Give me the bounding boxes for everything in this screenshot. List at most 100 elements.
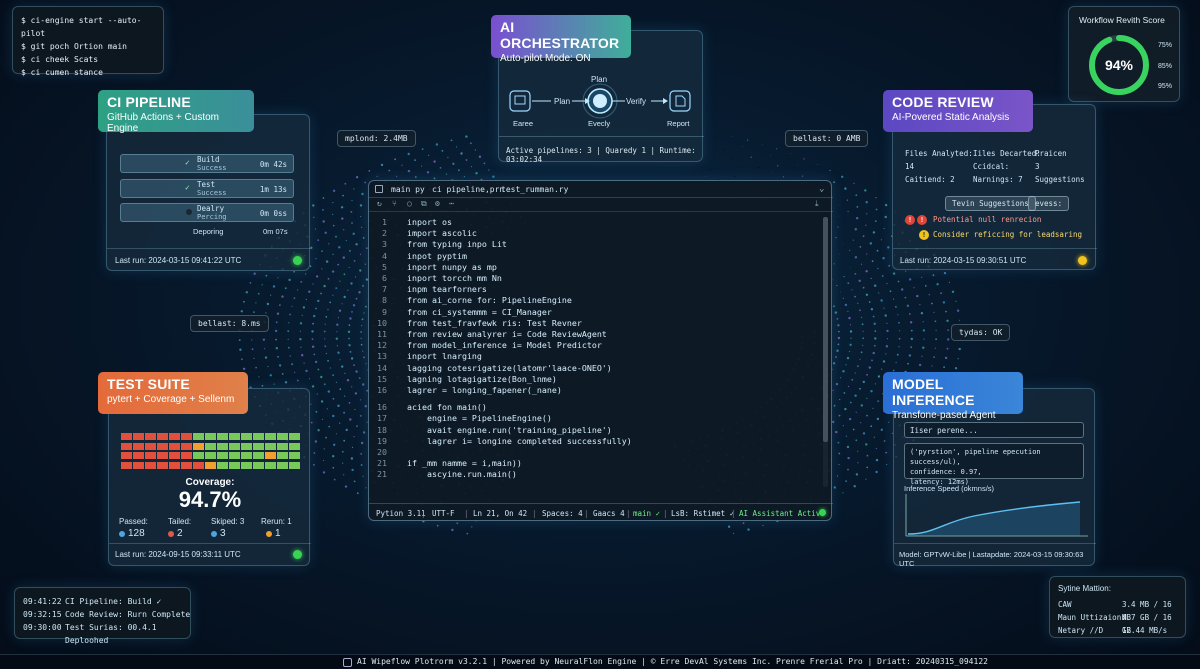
status-position[interactable]: Ln 21, On 42 [473, 509, 527, 518]
heatmap-cell [193, 452, 204, 459]
heatmap-cell [265, 452, 276, 459]
branch-icon[interactable]: ⑂ [392, 199, 397, 208]
line-number: 9 [382, 306, 387, 317]
code-line: 16 acied fon main() [369, 402, 809, 413]
copy-icon[interactable]: ⧉ [421, 199, 427, 209]
ci-subtitle: GitHub Actions + Custom Engine [107, 112, 219, 134]
system-row-value: 12.44 MB/s [1122, 626, 1168, 635]
heatmap-cell [133, 452, 144, 459]
settings-icon[interactable]: ⚙ [435, 199, 440, 208]
code-text: lagrer = longing_fapener(_nane) [407, 385, 562, 395]
refresh-icon[interactable]: ↻ [377, 199, 382, 208]
review-stat-value: 14 [905, 162, 915, 171]
editor-tabbar: main py ci pipeline,prn test_rumman.ry ⌄ [369, 181, 833, 198]
orchestrator-title: AI ORCHESTRATOR [500, 19, 620, 51]
scrollbar-thumb[interactable] [823, 217, 828, 442]
review-stats: Files Analyted: Iiles Decarted: Praicen … [905, 147, 1089, 186]
status-python[interactable]: Pytion 3.11 [376, 509, 426, 518]
test-last-run: Last run: 2024-09-15 09:33:11 UTC [115, 550, 241, 559]
status-spaces[interactable]: Spaces: 4 [542, 509, 583, 518]
orchestrator-status: Active pipelines: 3 | Quaredy 1 | Runtim… [506, 146, 696, 164]
code-editor-window: main py ci pipeline,prn test_rumman.ry ⌄… [368, 180, 833, 521]
editor-scrollbar[interactable] [823, 217, 828, 487]
test-heatmap [121, 433, 301, 473]
code-text: from typing inpo Lit [407, 239, 507, 250]
heatmap-cell [289, 452, 300, 459]
code-line: 9 from ci_systemmm = CI_Manager [369, 307, 809, 318]
ci-step-test[interactable]: ✓ Test Success 1m 13s [120, 179, 294, 198]
chevron-down-icon[interactable]: ⌄ [819, 184, 824, 194]
heatmap-cell [217, 433, 228, 440]
code-text: import ascolic [407, 228, 477, 239]
code-line: 10 from test_fravfewk ris: Test Revner [369, 318, 809, 329]
status-branch[interactable]: main ✓ [633, 509, 660, 518]
code-text: inport os [407, 217, 452, 227]
menu-icon[interactable]: ⋯ [449, 199, 454, 208]
record-icon[interactable]: ○ [407, 199, 412, 208]
terminal-line: $ ci cumen stance [21, 68, 103, 77]
log-time: 09:41:22 [23, 597, 62, 606]
heatmap-cell [205, 461, 216, 469]
ci-step-build[interactable]: ✓ Build Success 0m 42s [120, 154, 294, 173]
score-level: 95% [1158, 83, 1173, 90]
heatmap-cell [241, 452, 252, 459]
test-subtitle: pytert + Coverage + Sellenm [107, 394, 235, 405]
stat-dot-icon [266, 531, 272, 537]
code-line: 8 from ai_corne for: PipelineEngine [369, 295, 809, 306]
download-icon[interactable]: ⤓ [815, 199, 819, 209]
line-number: 19 [377, 435, 387, 446]
code-line: 5 inport nunpy as mp [369, 262, 809, 273]
heatmap-cell [181, 452, 192, 459]
inference-speed-label: Inference Speed (okmns/s) [904, 484, 995, 493]
inference-input[interactable]: Iiser perene... [904, 422, 1084, 438]
orch-node-verify-arrow: Verify [626, 97, 647, 106]
code-text: lagging cotesrigatize(latomr'laace-ONEO'… [407, 362, 612, 373]
code-text: acied fon main() [407, 402, 487, 413]
status-lsb[interactable]: LsB: Rstimet ✓ [671, 509, 734, 518]
ci-step-name: Test [197, 180, 216, 189]
status-encoding[interactable]: UTT-F [432, 509, 455, 518]
heatmap-cell [121, 442, 132, 450]
terminal-line: $ ci-engine start --auto-pilot [21, 16, 142, 38]
badge-bellast-right: bellast: 0 AMB [785, 130, 869, 147]
inference-output: ('pyrstion', pipeline epecution success/… [904, 443, 1084, 486]
code-line: 18 avait engine.run('training_pipeline') [369, 425, 809, 436]
code-line: 2 import ascolic [369, 228, 809, 239]
review-stat-label: Suggestions [1035, 175, 1085, 184]
log-text: CI Pipeline: Build ✓ [65, 597, 162, 606]
ci-step-deploy[interactable]: Dealry Percing 0m 0ss [120, 203, 294, 222]
editor-tab[interactable]: main py [391, 185, 425, 194]
heatmap-cell [289, 461, 300, 469]
code-area[interactable]: 1 inport os 2 import ascolic 3 from typing in… [369, 217, 819, 489]
editor-toolbar: ↻ ⑂ ○ ⧉ ⚙ ⋯ ⤓ [369, 198, 833, 212]
review-suggestions-button[interactable]: Tevin Suggestions [945, 196, 1036, 211]
heatmap-cell [253, 442, 264, 450]
code-line: 21 if _mm namme = i,main)) [369, 458, 809, 469]
heatmap-cell [277, 442, 288, 450]
review-evess-button[interactable]: evess: [1028, 196, 1070, 211]
code-line: 15 lagning lotagigatize(Bon_lnme) [369, 374, 809, 385]
file-icon [375, 185, 383, 193]
code-text: if _mm namme = i,main)) [407, 458, 522, 469]
status-gaacs[interactable]: Gaacs 4 [593, 509, 625, 518]
heatmap-cell [193, 461, 204, 469]
ci-step-status: Success [197, 164, 227, 172]
editor-tab[interactable]: test_rumman.ry [501, 185, 568, 194]
test-stat-label: Passed: [119, 517, 148, 526]
line-number: 8 [382, 295, 387, 306]
review-status-dot [1078, 256, 1087, 265]
heatmap-cell [169, 461, 180, 469]
review-issue-error[interactable]: Potential null renrecion [933, 215, 1041, 224]
status-ai-assistant[interactable]: AI Assistant Active [739, 509, 825, 518]
line-number: 15 [377, 373, 387, 384]
code-line: 14 lagging cotesrigatize(latomr'laace-ONE… [369, 363, 809, 374]
heatmap-cell [121, 461, 132, 469]
review-issue-warning[interactable]: Consider reficcing for leadsaring [933, 230, 1082, 239]
editor-tab[interactable]: ci pipeline,prn [432, 185, 504, 194]
review-title: CODE REVIEW [892, 94, 994, 110]
review-stat-value: 3 [1035, 162, 1040, 171]
system-row-label: Maun Uttizaion: [1058, 613, 1126, 622]
stat-dot-icon [211, 531, 217, 537]
code-line: 13 inport lnarging [369, 351, 809, 362]
test-stat-label: Rerun: 1 [261, 517, 292, 526]
